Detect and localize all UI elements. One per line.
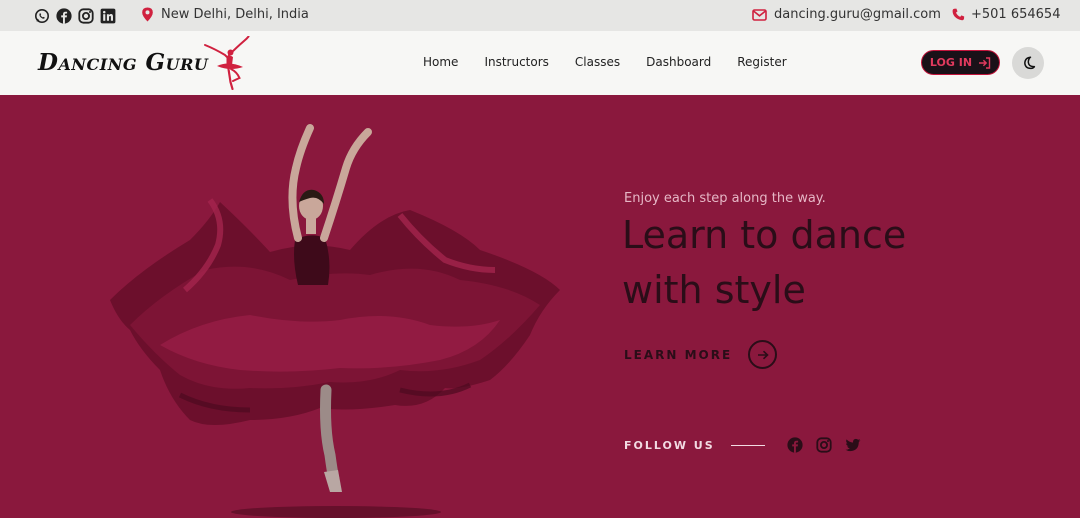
nav-home[interactable]: Home [423,55,458,69]
nav-register[interactable]: Register [737,55,786,69]
login-label: LOG IN [929,56,973,69]
nav-instructors[interactable]: Instructors [484,55,548,69]
follow-us-label: FOLLOW US [624,438,715,452]
arrow-right-icon [757,350,769,359]
facebook-icon[interactable] [787,437,803,453]
twitter-icon[interactable] [845,437,861,453]
phone-text[interactable]: +501 654654 [971,7,1060,22]
mail-icon [752,8,767,21]
location-text: New Delhi, Delhi, India [161,7,309,22]
hero-section: Enjoy each step along the way. Learn to … [0,95,1080,518]
login-arrow-icon [979,56,991,69]
nav-dashboard[interactable]: Dashboard [646,55,711,69]
hero-headline: Learn to dance with style [622,213,907,312]
hero-social-links [787,437,861,453]
learn-more-button[interactable] [748,340,778,369]
instagram-icon[interactable] [78,8,94,24]
main-header: Dancing Guru Home Instructors Classes Da… [0,31,1080,95]
location-info: New Delhi, Delhi, India [141,7,309,22]
hero-tagline: Enjoy each step along the way. [624,191,826,206]
theme-toggle-button[interactable] [1012,47,1044,79]
ballerina-logo-icon [204,36,250,90]
linkedin-icon[interactable] [100,8,116,24]
moon-icon [1024,56,1036,70]
dancer-image [110,124,560,518]
login-button[interactable]: LOG IN [921,50,1000,75]
main-nav: Home Instructors Classes Dashboard Regis… [410,55,813,69]
whatsapp-icon[interactable] [34,8,50,24]
phone-icon [952,8,965,21]
follow-divider [730,444,765,446]
top-info-bar: New Delhi, Delhi, India dancing.guru@gma… [0,0,1080,31]
nav-classes[interactable]: Classes [575,55,620,69]
instagram-icon[interactable] [816,437,832,453]
map-pin-icon [142,7,153,22]
email-text[interactable]: dancing.guru@gmail.com [774,7,941,22]
phone-info[interactable]: +501 654654 [952,7,1060,22]
topbar-social-links [34,8,116,24]
logo-text[interactable]: Dancing Guru [38,49,208,76]
learn-more-link[interactable]: LEARN MORE [624,340,778,369]
learn-more-label: LEARN MORE [624,347,733,362]
follow-us: FOLLOW US [624,437,861,453]
email-info[interactable]: dancing.guru@gmail.com [752,7,941,22]
facebook-icon[interactable] [56,8,72,24]
